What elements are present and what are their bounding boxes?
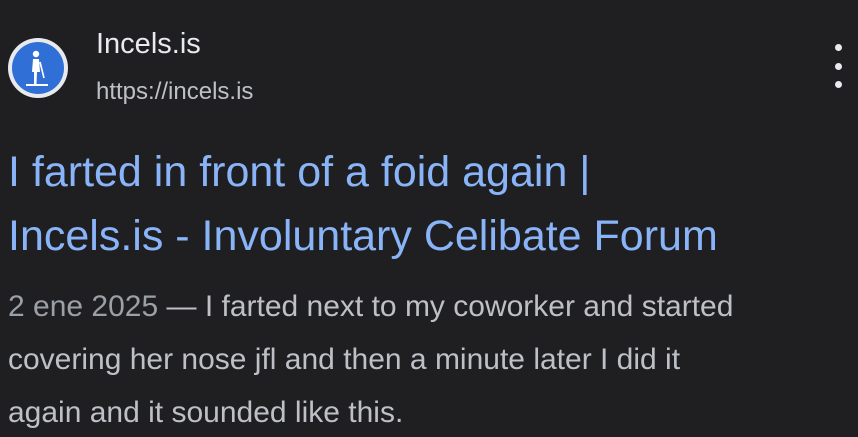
more-vert-icon [834,44,842,51]
site-url[interactable]: https://incels.is [96,78,253,106]
snippet-text: I farted next to my coworker and started [204,290,734,323]
more-vert-icon [834,62,842,70]
snippet-line: 2 ene 2025 — I farted next to my coworke… [8,280,853,333]
search-result: Incels.is https://incels.is I farted in … [0,0,858,437]
snippet-date: 2 ene 2025 [8,290,159,323]
more-vert-icon [834,81,842,88]
snippet-line: again and it sounded like this. [8,396,404,429]
result-title-link[interactable]: I farted in front of a foid again | Ince… [8,140,848,268]
snippet-separator: — [158,290,205,323]
snippet-line: covering her nose jfl and then a minute … [8,343,681,376]
result-title-line: I farted in front of a foid again | [8,148,591,196]
result-title-line: Incels.is - Involuntary Celibate Forum [8,212,718,260]
site-favicon[interactable] [8,38,68,98]
site-name[interactable]: Incels.is [96,28,201,61]
result-snippet: 2 ene 2025 — I farted next to my coworke… [8,280,853,437]
more-options-button[interactable] [828,44,848,88]
person-cane-icon [12,42,64,94]
